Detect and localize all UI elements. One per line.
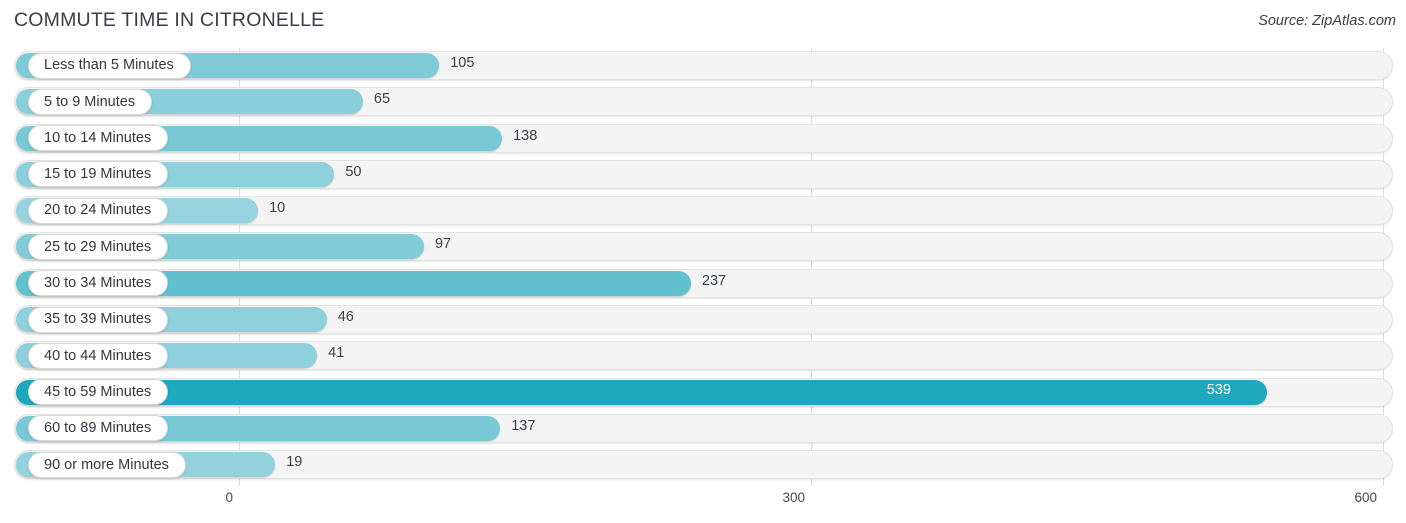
- bar-category-label: Less than 5 Minutes: [44, 57, 174, 74]
- bar-category-label: 35 to 39 Minutes: [44, 311, 152, 328]
- bar-category-label: 20 to 24 Minutes: [44, 202, 152, 219]
- bar-label-pill: 60 to 89 Minutes: [28, 415, 169, 442]
- bar-label-pill: 15 to 19 Minutes: [28, 161, 169, 188]
- bar-label-pill: 25 to 29 Minutes: [28, 233, 169, 260]
- commute-time-chart: COMMUTE TIME IN CITRONELLE Source: ZipAt…: [0, 0, 1406, 523]
- bar-label-pill: 10 to 14 Minutes: [28, 125, 169, 152]
- x-axis: 0 300 600: [0, 486, 1406, 523]
- bar-value-label: 105: [450, 55, 475, 71]
- bar-label-pill: 20 to 24 Minutes: [28, 197, 169, 224]
- bar-row: 15 to 19 Minutes 50: [0, 157, 1406, 193]
- bar-row: 30 to 34 Minutes 237: [0, 266, 1406, 302]
- bar-category-label: 25 to 29 Minutes: [44, 238, 152, 255]
- x-axis-tick-label: 0: [225, 490, 233, 505]
- bar-category-label: 5 to 9 Minutes: [44, 93, 136, 110]
- bar-row: 90 or more Minutes 19: [0, 447, 1406, 483]
- bar-value-label: 137: [511, 417, 536, 434]
- bar-row: 10 to 14 Minutes 138: [0, 121, 1406, 157]
- bar-row: Less than 5 Minutes 105: [0, 48, 1406, 84]
- bar-value-label: 65: [373, 91, 391, 108]
- bar-label-pill: 30 to 34 Minutes: [28, 270, 169, 297]
- bar-category-label: 10 to 14 Minutes: [44, 129, 152, 146]
- bar-value-label: 46: [337, 309, 354, 326]
- bar-category-label: 40 to 44 Minutes: [44, 347, 152, 364]
- bar-fill[interactable]: [16, 379, 1267, 405]
- bar-label-pill: Less than 5 Minutes: [28, 52, 191, 79]
- bar-value-label: 19: [286, 454, 303, 471]
- x-axis-tick-label: 300: [782, 490, 805, 505]
- bar-row: 5 to 9 Minutes 65: [0, 84, 1406, 120]
- bar-label-pill: 35 to 39 Minutes: [28, 306, 169, 333]
- bar-label-pill: 40 to 44 Minutes: [28, 342, 169, 369]
- bar-value-label: 539: [1206, 381, 1231, 398]
- bar-row: 40 to 44 Minutes 41: [0, 338, 1406, 374]
- bar-row: 60 to 89 Minutes 137: [0, 411, 1406, 447]
- bar-row: 35 to 39 Minutes 46: [0, 302, 1406, 338]
- bar-label-pill: 5 to 9 Minutes: [28, 88, 153, 115]
- source-attribution: Source: ZipAtlas.com: [1258, 13, 1396, 29]
- bar-row: 25 to 29 Minutes 97: [0, 229, 1406, 265]
- bar-category-label: 90 or more Minutes: [44, 456, 169, 473]
- bar-label-pill: 90 or more Minutes: [28, 451, 186, 478]
- bar-value-label: 97: [434, 236, 452, 253]
- bar-value-label: 50: [345, 163, 362, 180]
- bar-category-label: 30 to 34 Minutes: [44, 275, 152, 292]
- bar-rows: Less than 5 Minutes 105 5 to 9 Minutes 65 10…: [0, 48, 1406, 484]
- bar-category-label: 45 to 59 Minutes: [44, 383, 152, 400]
- x-axis-tick-label: 600: [1354, 490, 1377, 505]
- page-title: COMMUTE TIME IN CITRONELLE: [14, 9, 325, 31]
- bar-value-label: 41: [328, 345, 345, 362]
- bar-label-pill: 45 to 59 Minutes: [28, 379, 169, 406]
- bar-row: 45 to 59 Minutes 539: [0, 375, 1406, 411]
- bar-category-label: 60 to 89 Minutes: [44, 420, 152, 437]
- bar-row: 20 to 24 Minutes 10: [0, 193, 1406, 229]
- bar-value-label: 10: [269, 200, 286, 217]
- bar-value-label: 237: [701, 272, 727, 289]
- bar-value-label: 138: [513, 127, 538, 144]
- bar-category-label: 15 to 19 Minutes: [44, 166, 152, 183]
- plot-area: Less than 5 Minutes 105 5 to 9 Minutes 65 10…: [0, 48, 1406, 486]
